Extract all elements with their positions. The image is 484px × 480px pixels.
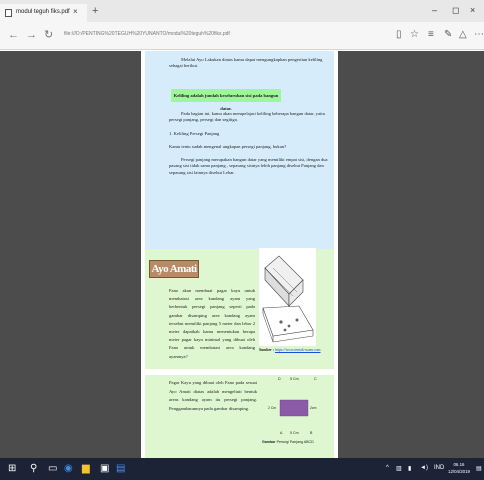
ayo-amati-title: Ayo Amati [149, 260, 199, 278]
paragraph-bangun-datar: Pada bagian ini, kamu akan mempelajari k… [169, 111, 325, 123]
store-icon[interactable]: ▣ [100, 463, 109, 475]
clock[interactable]: 06.16 12/04/2019 [448, 461, 470, 475]
label-left-width: 2 Cm [268, 406, 276, 410]
windows-start-icon[interactable]: ⊞ [8, 463, 16, 475]
url-field[interactable]: file:///D:/PENTING%20TEGUH%20YUNANTO/mod… [64, 31, 384, 37]
file-explorer-icon[interactable]: ▆ [82, 463, 90, 475]
forward-icon[interactable]: → [26, 29, 37, 41]
label-a: A [280, 431, 283, 435]
web-note-icon[interactable]: ✎ [444, 29, 452, 41]
title-bar: modul teguh fiks.pdf × + – ◻ × [0, 0, 484, 22]
volume-icon[interactable]: ◄) [420, 465, 428, 471]
clock-date: 12/04/2019 [448, 469, 470, 474]
maximize-button[interactable]: ◻ [452, 5, 459, 16]
rect-caption-text: Persegi Panjang ABCD [276, 440, 314, 444]
language-indicator[interactable]: IND [434, 465, 444, 471]
chicken-coop-illustration [259, 248, 316, 346]
search-icon[interactable]: ⚲ [30, 463, 37, 475]
task-view-icon[interactable]: ▭ [48, 463, 57, 475]
label-top-length: 5 Cm [290, 377, 299, 381]
back-icon[interactable]: ← [8, 29, 19, 41]
minimize-button[interactable]: – [432, 5, 437, 15]
label-right-width: 2cm [310, 406, 317, 410]
network-icon[interactable]: ▥ [396, 465, 402, 472]
paragraph-intro: Melalui Ayo Lakukan diatas kamu dapat me… [169, 57, 323, 69]
refresh-icon[interactable]: ↻ [44, 29, 53, 41]
paragraph-question: Kamu tentu sudah mengenal ungkapan perse… [169, 144, 287, 149]
rectangle-abcd-figure: D 5 Cm C 2 Cm 2cm A 5 Cm B [268, 377, 317, 435]
label-b: B [310, 431, 313, 435]
rectangle-caption: Gambar Persegi Panjang ABCD [262, 440, 336, 444]
reading-view-icon[interactable]: ▯ [396, 29, 402, 41]
rectangle-shape [279, 399, 309, 417]
label-d: D [278, 377, 281, 381]
more-icon[interactable]: ⋯ [474, 29, 484, 41]
source-link[interactable]: https://www.tentak-soam.com [275, 348, 321, 352]
taskbar: ⊞ ⚲ ▭ ◉ ▆ ▣ ▤ ^ ▥ ▮ ◄) IND 06.16 12/04/2… [0, 458, 484, 480]
label-c: C [314, 377, 317, 381]
pdf-viewer[interactable]: Melalui Ayo Lakukan diatas kamu dapat me… [0, 51, 484, 458]
new-tab-button[interactable]: + [92, 4, 98, 18]
paragraph-fence-explanation: Pagar Kayu yang dibuat oleh Fano pada se… [169, 380, 257, 411]
caption-source-label: Sumber : [259, 348, 275, 352]
pdf-page: Melalui Ayo Lakukan diatas kamu dapat me… [141, 51, 338, 458]
edge-browser-icon[interactable]: ◉ [64, 463, 73, 475]
clock-time: 06.16 [453, 462, 465, 467]
label-bottom-length: 5 Cm [290, 431, 299, 435]
tab-title: modul teguh fiks.pdf [16, 9, 70, 15]
battery-icon[interactable]: ▮ [408, 465, 411, 472]
close-button[interactable]: × [470, 5, 475, 15]
rect-caption-label: Gambar [262, 440, 276, 444]
paragraph-definition: Persegi panjang merupakan bangun datar y… [169, 157, 328, 175]
share-icon[interactable]: △ [459, 29, 467, 41]
notifications-icon[interactable]: ▤ [476, 465, 482, 472]
word-icon[interactable]: ▤ [116, 463, 125, 475]
show-hidden-icons-icon[interactable]: ^ [386, 465, 389, 471]
definition-highlight: Keliling adalah jumlah keseluruhan sisi … [171, 89, 281, 111]
pdf-file-icon [5, 9, 12, 17]
tab-close-icon[interactable]: × [73, 7, 78, 16]
heading-keliling-persegi-panjang: 1. Keliling Persegi Panjang [169, 131, 220, 136]
address-bar: ← → ↻ file:///D:/PENTING%20TEGUH%20YUNAN… [0, 22, 484, 50]
illustration-caption: Sumber : https://www.tentak-soam.com [259, 348, 323, 353]
hub-icon[interactable]: ≡ [428, 29, 434, 41]
paragraph-fano-problem: Fano akan membuat pagar kayu untuk memba… [169, 288, 255, 359]
browser-tab[interactable]: modul teguh fiks.pdf × [0, 4, 87, 22]
favorite-star-icon[interactable]: ☆ [410, 29, 419, 41]
